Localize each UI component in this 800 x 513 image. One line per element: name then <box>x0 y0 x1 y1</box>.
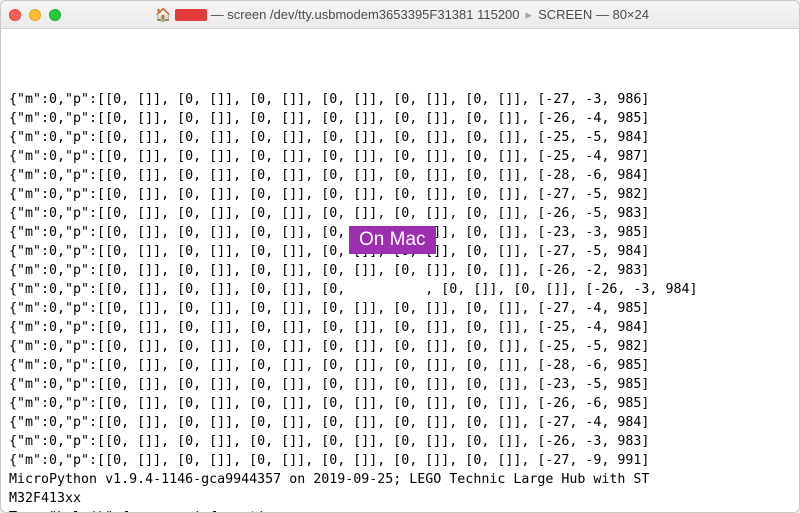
terminal-line: {"m":0,"p":[[0, []], [0, []], [0, []], [… <box>9 318 791 337</box>
titlebar: 🏠 xxxxx — screen /dev/tty.usbmodem365339… <box>1 1 799 29</box>
terminal-line: Type "help()" for more information. <box>9 508 791 512</box>
title-right: SCREEN — 80×24 <box>538 7 649 22</box>
window-title: 🏠 xxxxx — screen /dev/tty.usbmodem365339… <box>9 7 791 23</box>
terminal-line: {"m":0,"p":[[0, []], [0, []], [0, []], [… <box>9 413 791 432</box>
terminal-window: 🏠 xxxxx — screen /dev/tty.usbmodem365339… <box>0 0 800 513</box>
terminal-line: {"m":0,"p":[[0, []], [0, []], [0, []], [… <box>9 90 791 109</box>
terminal-line: {"m":0,"p":[[0, []], [0, []], [0, []], [… <box>9 204 791 223</box>
terminal-line: {"m":0,"p":[[0, []], [0, []], [0, []], [… <box>9 166 791 185</box>
annotation-label: On Mac <box>349 226 436 254</box>
title-left: — screen /dev/tty.usbmodem3653395F31381 … <box>211 7 520 22</box>
terminal-line: {"m":0,"p":[[0, []], [0, []], [0, []], [… <box>9 109 791 128</box>
terminal-line: MicroPython v1.9.4-1146-gca9944357 on 20… <box>9 470 791 489</box>
title-separator-icon: ▸ <box>526 7 533 23</box>
terminal-line: {"m":0,"p":[[0, []], [0, []], [0, []], [… <box>9 147 791 166</box>
terminal-line: {"m":0,"p":[[0, []], [0, []], [0, []], [… <box>9 375 791 394</box>
terminal-line: {"m":0,"p":[[0, []], [0, []], [0, []], [… <box>9 261 791 280</box>
terminal-line: {"m":0,"p":[[0, []], [0, []], [0, []], [… <box>9 451 791 470</box>
redacted-user: xxxxx <box>175 9 207 21</box>
home-icon: 🏠 <box>155 7 171 23</box>
terminal-line: M32F413xx <box>9 489 791 508</box>
terminal-line: {"m":0,"p":[[0, []], [0, []], [0, []], [… <box>9 337 791 356</box>
terminal-output[interactable]: {"m":0,"p":[[0, []], [0, []], [0, []], [… <box>1 29 799 512</box>
terminal-line: {"m":0,"p":[[0, []], [0, []], [0, []], [… <box>9 280 791 299</box>
terminal-line: {"m":0,"p":[[0, []], [0, []], [0, []], [… <box>9 432 791 451</box>
terminal-line: {"m":0,"p":[[0, []], [0, []], [0, []], [… <box>9 356 791 375</box>
terminal-line: {"m":0,"p":[[0, []], [0, []], [0, []], [… <box>9 299 791 318</box>
terminal-line: {"m":0,"p":[[0, []], [0, []], [0, []], [… <box>9 394 791 413</box>
terminal-line: {"m":0,"p":[[0, []], [0, []], [0, []], [… <box>9 185 791 204</box>
terminal-line: {"m":0,"p":[[0, []], [0, []], [0, []], [… <box>9 128 791 147</box>
